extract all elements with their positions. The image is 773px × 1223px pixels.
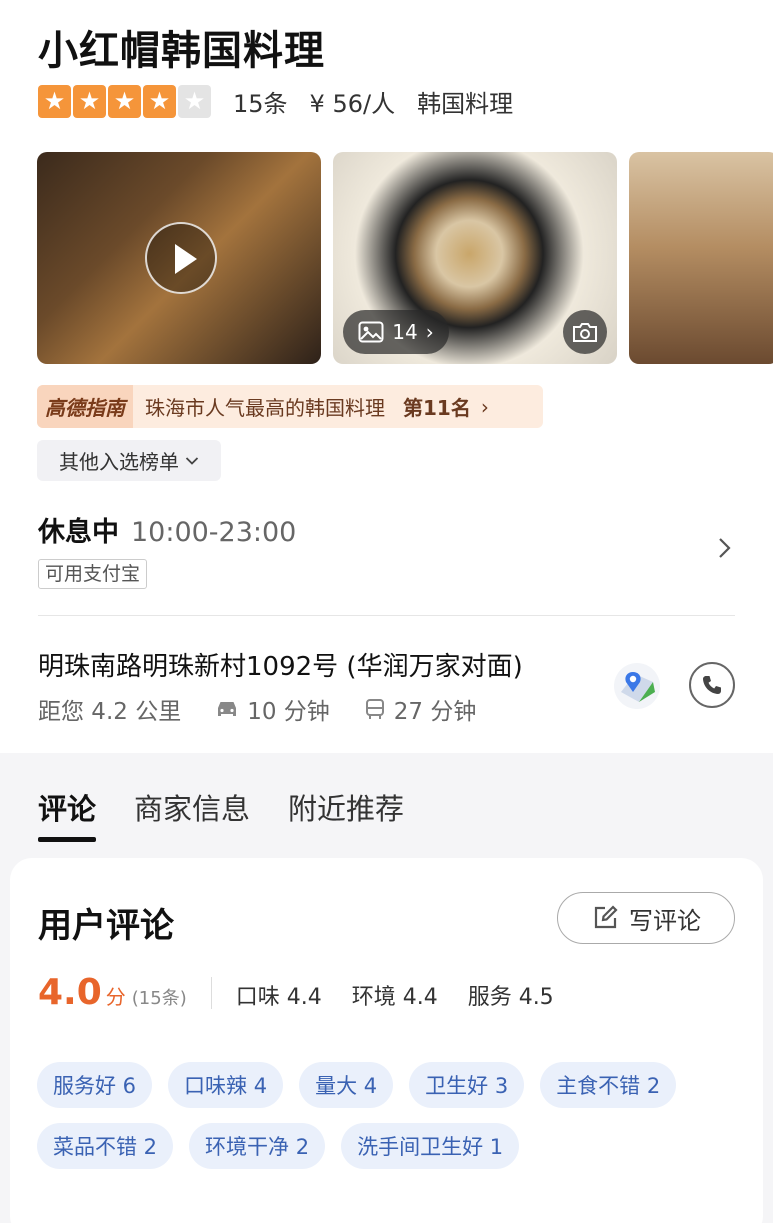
guide-logo: 高德指南 — [37, 385, 133, 428]
review-tag[interactable]: 服务好 6 — [37, 1062, 153, 1108]
chevron-down-icon — [185, 456, 199, 465]
environment-score: 环境 4.4 — [351, 985, 438, 1010]
review-tag[interactable]: 口味辣 4 — [168, 1062, 284, 1108]
other-lists-label: 其他入选榜单 — [59, 450, 179, 474]
taste-score: 口味 4.4 — [235, 985, 322, 1010]
phone-icon — [703, 676, 721, 694]
business-hours: 10:00-23:00 — [131, 517, 297, 548]
photo-gallery[interactable]: 14 › — [37, 152, 773, 364]
review-count[interactable]: 15条 — [233, 84, 288, 119]
star-icon: ★ — [108, 84, 141, 118]
review-tag[interactable]: 菜品不错 2 — [37, 1123, 174, 1169]
price-per-person: ¥ 56/人 — [309, 89, 396, 118]
star-empty-icon: ★ — [178, 84, 211, 118]
review-tag[interactable]: 主食不错 2 — [540, 1062, 677, 1108]
restaurant-name: 小红帽韩国料理 — [38, 28, 325, 74]
rating-row: ★ ★ ★ ★ ★ 15条 ¥ 56/人 韩国料理 — [38, 84, 513, 118]
edit-icon — [594, 905, 618, 929]
reviews-title: 用户评论 — [38, 906, 174, 946]
tab-reviews[interactable]: 评论 — [38, 786, 97, 842]
chevron-right-icon: › — [425, 320, 434, 344]
car-icon — [218, 702, 237, 716]
star-icon: ★ — [38, 84, 71, 118]
reviews-card: 用户评论 写评论 4.0 分 (15条) 口味 4.4 环境 4.4 服务 4.… — [10, 858, 763, 1223]
call-button[interactable] — [689, 662, 735, 708]
category: 韩国料理 — [417, 89, 514, 118]
map-navigation-icon[interactable] — [613, 662, 661, 710]
tab-bar: 评论 商家信息 附近推荐 — [38, 786, 404, 842]
ranking-banner[interactable]: 高德指南 珠海市人气最高的韩国料理 第11名 › — [37, 385, 543, 428]
payment-badge: 可用支付宝 — [38, 559, 148, 589]
ranking-position: 第11名 — [403, 396, 471, 420]
chevron-right-icon[interactable] — [712, 536, 736, 560]
bus-icon — [365, 699, 384, 719]
ranking-text: 珠海市人气最高的韩国料理 — [145, 396, 385, 420]
review-tag[interactable]: 卫生好 3 — [409, 1062, 525, 1108]
star-icon: ★ — [143, 84, 176, 118]
photo-thumbnail[interactable]: 14 › — [333, 152, 617, 364]
camera-button[interactable] — [563, 310, 607, 354]
other-lists-button[interactable]: 其他入选榜单 — [37, 440, 221, 481]
score-separator — [210, 976, 212, 1009]
drive-time: 10 分钟 — [215, 692, 330, 726]
photo-thumbnail[interactable] — [629, 152, 773, 364]
review-tag[interactable]: 洗手间卫生好 1 — [341, 1123, 520, 1169]
chevron-right-icon: › — [480, 394, 489, 419]
overall-score: 4.0 — [38, 972, 102, 1013]
divider — [38, 615, 735, 616]
image-icon — [358, 321, 384, 343]
address[interactable]: 明珠南路明珠新村1092号 (华润万家对面) — [38, 646, 523, 683]
play-icon[interactable] — [145, 222, 217, 294]
review-tag[interactable]: 量大 4 — [299, 1062, 394, 1108]
business-status: 休息中 — [38, 517, 119, 548]
bus-time: 27 分钟 — [364, 692, 477, 726]
photo-count: 14 — [392, 320, 418, 344]
score-row: 4.0 分 (15条) 口味 4.4 环境 4.4 服务 4.5 — [38, 972, 584, 1013]
tab-nearby[interactable]: 附近推荐 — [288, 786, 404, 836]
star-icon: ★ — [73, 84, 106, 118]
score-unit: 分 — [105, 985, 126, 1009]
service-score: 服务 4.5 — [467, 985, 554, 1010]
distance: 距您 4.2 公里 — [38, 699, 182, 725]
write-review-label: 写评论 — [629, 906, 701, 935]
video-thumbnail[interactable] — [37, 152, 321, 364]
business-hours-row[interactable]: 休息中 10:00-23:00 — [38, 510, 296, 549]
photo-count-badge[interactable]: 14 › — [343, 310, 449, 354]
camera-icon — [573, 323, 597, 342]
score-count: (15条) — [131, 988, 187, 1009]
review-tags: 服务好 6 口味辣 4 量大 4 卫生好 3 主食不错 2 菜品不错 2 环境干… — [37, 1062, 737, 1169]
tab-merchant-info[interactable]: 商家信息 — [134, 786, 250, 836]
rating-stars: ★ ★ ★ ★ ★ — [38, 84, 211, 118]
review-tag[interactable]: 环境干净 2 — [189, 1123, 326, 1169]
drive-time-text: 10 分钟 — [247, 699, 330, 725]
write-review-button[interactable]: 写评论 — [557, 892, 735, 944]
distance-row: 距您 4.2 公里 10 分钟 27 分钟 — [38, 692, 510, 726]
bus-time-text: 27 分钟 — [393, 699, 477, 725]
